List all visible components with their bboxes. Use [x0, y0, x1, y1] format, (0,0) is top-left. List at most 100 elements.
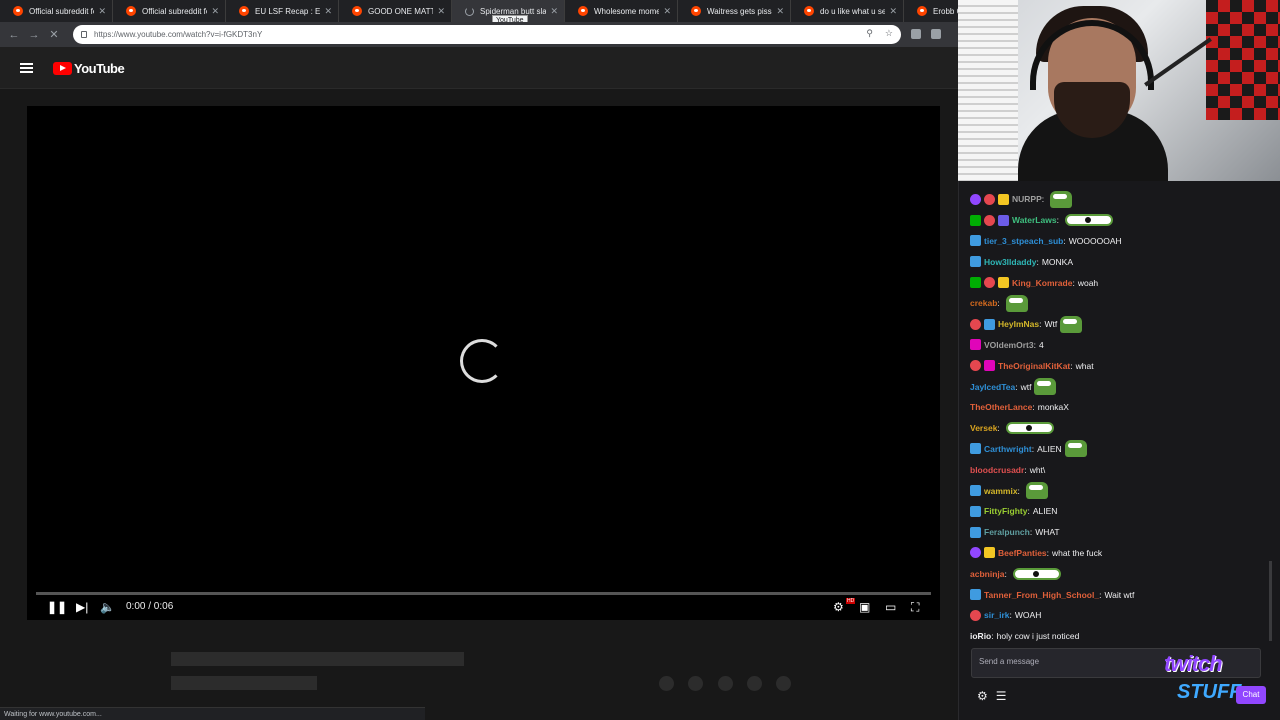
browser-tab[interactable]: Waitress gets pisse ✕: [678, 0, 791, 22]
chat-badge-icon[interactable]: [970, 485, 981, 497]
browser-tab[interactable]: Official subreddit fo ✕: [113, 0, 226, 22]
chat-badge-icon[interactable]: [984, 318, 995, 330]
chat-badge-icon[interactable]: [970, 256, 981, 268]
volume-icon[interactable]: 🔈: [100, 600, 115, 614]
chat-username[interactable]: Versek: [970, 423, 997, 433]
chat-username[interactable]: WaterLaws: [1012, 215, 1057, 225]
chat-emote-icon[interactable]: [1060, 315, 1083, 333]
theater-mode-icon[interactable]: ▭: [885, 600, 896, 614]
chat-username[interactable]: JayIcedTea: [970, 382, 1015, 392]
chat-badge-icon[interactable]: [998, 277, 1009, 289]
tab-close-icon[interactable]: ✕: [437, 6, 445, 17]
forward-arrow-icon[interactable]: →: [24, 29, 44, 41]
chat-button[interactable]: Chat: [1236, 686, 1266, 704]
pause-icon[interactable]: ❚❚: [47, 600, 67, 614]
chat-username[interactable]: tier_3_stpeach_sub: [984, 236, 1063, 246]
chat-username[interactable]: acbninja: [970, 569, 1004, 579]
settings-gear-icon[interactable]: ⚙: [833, 600, 844, 614]
chat-badge-icon[interactable]: [970, 277, 981, 289]
chat-list-icon[interactable]: ☰: [996, 689, 1007, 703]
progress-bar[interactable]: [36, 592, 931, 595]
chat-emote-icon[interactable]: [1050, 190, 1073, 208]
tab-close-icon[interactable]: ✕: [211, 6, 219, 17]
chat-separator: :: [1063, 235, 1066, 246]
chat-text: MONKA: [1041, 256, 1073, 267]
chat-emote-icon[interactable]: [1025, 482, 1048, 500]
chat-username[interactable]: King_Komrade: [1012, 278, 1072, 288]
bookmark-star-icon[interactable]: ☆: [885, 28, 893, 39]
chat-emote-icon[interactable]: [1064, 440, 1087, 458]
back-arrow-icon[interactable]: ←: [4, 29, 24, 41]
chat-badge-icon[interactable]: [970, 609, 981, 621]
chat-badge-icon[interactable]: [970, 214, 981, 226]
browser-tab[interactable]: GOOD ONE MATTH✕: [339, 0, 452, 22]
chat-username[interactable]: sir_irk: [984, 610, 1010, 620]
chat-badge-icon[interactable]: [984, 193, 995, 205]
tab-close-icon[interactable]: ✕: [889, 6, 897, 17]
chat-username[interactable]: NURPP: [1012, 194, 1042, 204]
chat-username[interactable]: How3lldaddy: [984, 257, 1036, 267]
chat-username[interactable]: Carthwright: [984, 444, 1032, 454]
chat-badge-icon[interactable]: [984, 277, 995, 289]
chat-badge-icon[interactable]: [984, 360, 995, 372]
chat-badge-icon[interactable]: [984, 547, 995, 559]
chat-badge-icon[interactable]: [970, 443, 981, 455]
browser-tab[interactable]: Erobb C✕: [904, 0, 958, 22]
chat-username[interactable]: FittyFighty: [984, 506, 1027, 516]
browser-tab[interactable]: Official subreddit fo ✕: [0, 0, 113, 22]
tab-close-icon[interactable]: ✕: [98, 6, 106, 17]
chat-username[interactable]: Tanner_From_High_School_: [984, 590, 1099, 600]
chat-badge-icon[interactable]: [970, 505, 981, 517]
chat-scrollbar[interactable]: [1269, 561, 1272, 641]
chat-badge-icon[interactable]: [970, 526, 981, 538]
miniplayer-icon[interactable]: ▣: [859, 600, 870, 614]
browser-tab[interactable]: Wholesome mome ✕: [565, 0, 678, 22]
chat-username[interactable]: HeyImNas: [998, 319, 1039, 329]
address-bar[interactable]: https://www.youtube.com/watch?v=i-fGKDT3…: [73, 25, 901, 44]
chat-username[interactable]: Feralpunch: [984, 527, 1030, 537]
tab-close-icon[interactable]: ✕: [663, 6, 671, 17]
chat-username[interactable]: bloodcrusadr: [970, 465, 1024, 475]
chat-emote-icon[interactable]: [1034, 378, 1057, 396]
youtube-logo[interactable]: YouTube: [53, 61, 125, 76]
chat-username[interactable]: ioRio: [970, 631, 991, 641]
chat-badge-icon[interactable]: [970, 547, 981, 559]
chat-username[interactable]: TheOtherLance: [970, 402, 1032, 412]
chat-badge-icon[interactable]: [998, 193, 1009, 205]
reddit-icon: [804, 6, 814, 16]
chat-separator: :: [1032, 402, 1035, 413]
video-player[interactable]: ❚❚ ▶| 🔈 0:00 / 0:06 ⚙ HD ▣ ▭ ⛶: [27, 106, 940, 620]
browser-tab[interactable]: do u like what u se ✕: [791, 0, 904, 22]
chat-text: what: [1075, 360, 1094, 371]
chat-username[interactable]: crekab: [970, 298, 997, 308]
loading-spinner-icon: [460, 339, 504, 383]
stop-loading-icon[interactable]: ✕: [44, 28, 64, 41]
chat-badge-icon[interactable]: [970, 360, 981, 372]
chat-username[interactable]: BeefPanties: [998, 548, 1047, 558]
chat-username[interactable]: TheOriginalKitKat: [998, 361, 1070, 371]
zoom-icon[interactable]: ⚲: [866, 28, 873, 39]
browser-tab[interactable]: EU LSF Recap : Esfa✕: [226, 0, 339, 22]
chat-emote-icon[interactable]: [1064, 214, 1113, 227]
chat-badge-icon[interactable]: [970, 193, 981, 205]
chat-emote-icon[interactable]: [1012, 567, 1061, 580]
tab-close-icon[interactable]: ✕: [324, 6, 332, 17]
chat-username[interactable]: wammix: [984, 486, 1018, 496]
next-icon[interactable]: ▶|: [76, 600, 88, 614]
tab-close-icon[interactable]: ✕: [776, 6, 784, 17]
chat-settings-gear-icon[interactable]: ⚙: [977, 689, 988, 703]
chat-emote-icon[interactable]: [1005, 294, 1028, 312]
chat-badge-icon[interactable]: [984, 214, 995, 226]
chat-badge-icon[interactable]: [970, 589, 981, 601]
fullscreen-icon[interactable]: ⛶: [911, 600, 919, 615]
chat-badge-icon[interactable]: [970, 318, 981, 330]
menu-icon[interactable]: [20, 63, 33, 75]
chat-emote-icon[interactable]: [1005, 422, 1054, 435]
extension-icon[interactable]: [931, 29, 941, 39]
chat-badge-icon[interactable]: [970, 339, 981, 351]
chat-username[interactable]: VOldemOrt3: [984, 340, 1034, 350]
chat-badge-icon[interactable]: [998, 214, 1009, 226]
chat-badge-icon[interactable]: [970, 235, 981, 247]
extension-icon[interactable]: [911, 29, 921, 39]
tab-close-icon[interactable]: ✕: [550, 6, 558, 17]
